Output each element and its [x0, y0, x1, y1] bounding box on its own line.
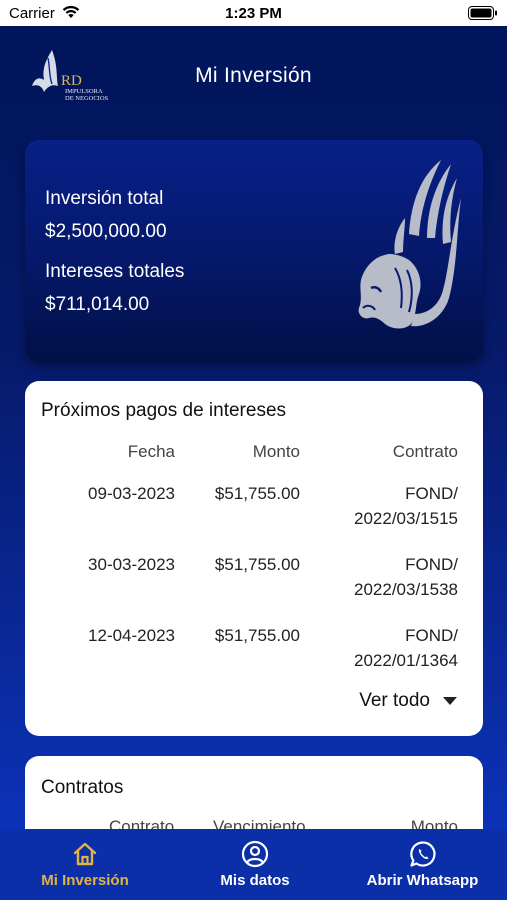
- nav-item-abrir-whatsapp[interactable]: Abrir Whatsapp: [340, 829, 505, 900]
- payment-amount: $51,755.00: [214, 555, 300, 574]
- bottom-navigation: Mi Inversión Mis datos Abrir Whatsapp: [0, 829, 507, 900]
- status-time: 1:23 PM: [225, 5, 282, 22]
- payment-amount: $51,755.00: [214, 484, 300, 503]
- payment-date: 30-03-2023: [88, 555, 175, 574]
- caret-down-icon: [443, 697, 457, 705]
- battery-icon: [468, 6, 497, 20]
- payment-row: 30-03-2023 $51,755.00 FOND/ 2022/03/1538: [25, 552, 483, 618]
- payment-amount: $51,755.00: [214, 626, 300, 645]
- svg-text:IMPULSORA: IMPULSORA: [65, 88, 103, 95]
- payment-contract-line2: 2022/03/1538: [354, 580, 458, 599]
- nav-label-abrir-whatsapp: Abrir Whatsapp: [366, 872, 479, 889]
- payment-contract-line1: FOND/: [405, 484, 458, 503]
- nav-label-mi-inversion: Mi Inversión: [41, 872, 129, 889]
- payment-contract: FOND/ 2022/03/1538: [354, 552, 458, 602]
- payment-contract: FOND/ 2022/01/1364: [354, 623, 458, 673]
- see-all-label: Ver todo: [359, 690, 430, 711]
- payment-contract-line1: FOND/: [405, 555, 458, 574]
- payment-row: 12-04-2023 $51,755.00 FOND/ 2022/01/1364: [25, 623, 483, 689]
- column-header-fecha: Fecha: [127, 442, 175, 461]
- payment-contract: FOND/ 2022/03/1515: [354, 481, 458, 531]
- see-all-button[interactable]: Ver todo: [359, 690, 458, 712]
- user-circle-icon: [241, 840, 269, 868]
- total-investment-label: Inversión total: [45, 188, 164, 209]
- payment-contract-line2: 2022/03/1515: [354, 509, 458, 528]
- total-investment-value: $2,500,000.00: [45, 221, 167, 242]
- payment-date: 12-04-2023: [88, 626, 175, 645]
- total-interest-value: $711,014.00: [45, 294, 150, 315]
- payment-contract-line2: 2022/01/1364: [354, 651, 458, 670]
- whatsapp-icon: [409, 841, 436, 867]
- upcoming-payments-card: Próximos pagos de intereses Fecha Monto …: [25, 381, 483, 736]
- investment-summary-card: Inversión total $2,500,000.00 Intereses …: [25, 140, 483, 362]
- column-header-contrato: Contrato: [392, 442, 458, 461]
- page-title: Mi Inversión: [195, 64, 312, 87]
- column-header-monto: Monto: [252, 442, 300, 461]
- contracts-title: Contratos: [41, 777, 124, 798]
- payment-contract-line1: FOND/: [405, 626, 458, 645]
- svg-text:DE NEGOCIOS: DE NEGOCIOS: [65, 95, 109, 102]
- nav-item-mi-inversion[interactable]: Mi Inversión: [10, 829, 160, 900]
- nav-item-mis-datos[interactable]: Mis datos: [180, 829, 330, 900]
- home-icon: [73, 842, 97, 866]
- payment-row: 09-03-2023 $51,755.00 FOND/ 2022/03/1515: [25, 481, 483, 547]
- payments-title: Próximos pagos de intereses: [41, 400, 287, 421]
- payment-date: 09-03-2023: [88, 484, 175, 503]
- status-bar: Carrier 1:23 PM: [0, 0, 507, 26]
- nav-label-mis-datos: Mis datos: [220, 872, 290, 889]
- pegasus-icon: [358, 160, 461, 329]
- total-interest-label: Intereses totales: [45, 261, 185, 282]
